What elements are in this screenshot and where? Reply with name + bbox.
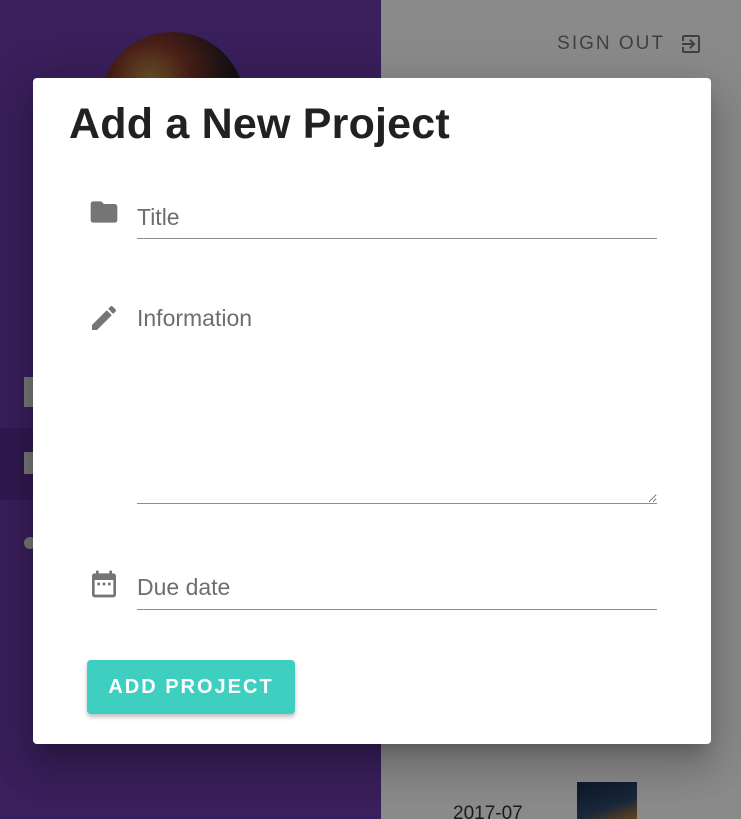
- title-input[interactable]: [137, 196, 657, 239]
- pencil-icon: [88, 302, 120, 334]
- due-date-input[interactable]: [137, 566, 657, 610]
- folder-icon: [88, 196, 120, 228]
- add-project-button[interactable]: ADD PROJECT: [87, 660, 295, 714]
- dialog-title: Add a New Project: [69, 100, 450, 148]
- app-root: SIGN OUT 2017-07 Add a New Project ADD P…: [0, 0, 741, 819]
- information-textarea[interactable]: [137, 304, 657, 504]
- add-project-dialog: Add a New Project ADD PROJECT: [33, 78, 711, 744]
- calendar-icon: [88, 568, 120, 600]
